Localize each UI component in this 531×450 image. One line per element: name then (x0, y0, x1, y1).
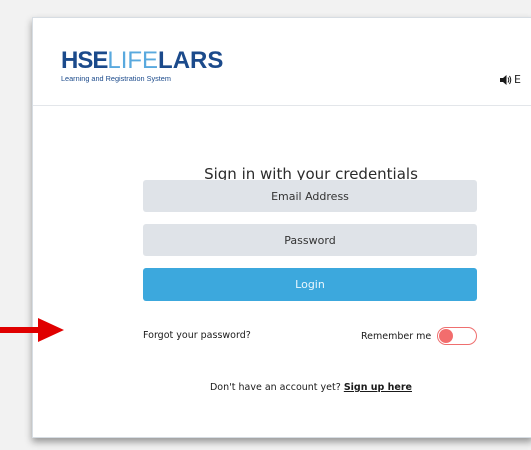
toggle-knob (439, 329, 454, 343)
logo-lars: LARS (158, 47, 224, 74)
sign-up-link[interactable]: Sign up here (344, 382, 412, 393)
forgot-password-link[interactable]: Forgot your password? (143, 330, 251, 341)
speaker-icon (500, 74, 512, 85)
password-field[interactable]: Password (143, 224, 477, 256)
signup-prompt: Don't have an account yet? Sign up here (143, 382, 479, 393)
email-field[interactable]: Email Address (143, 180, 477, 212)
remember-me-toggle[interactable] (437, 327, 478, 345)
hse-life-lars-logo[interactable]: HSELIFELARS Learning and Registration Sy… (61, 49, 223, 84)
logo-hse: HSE (61, 47, 108, 74)
remember-me-label: Remember me (361, 330, 432, 342)
language-selector[interactable]: E (500, 73, 521, 86)
page-header: HSELIFELARS Learning and Registration Sy… (33, 18, 531, 106)
language-label: E (514, 73, 521, 86)
red-arrow-annotation (0, 318, 64, 342)
logo-life: LIFE (107, 47, 159, 74)
signup-prompt-text: Don't have an account yet? (209, 382, 341, 393)
logo-wordmark: HSELIFELARS (61, 49, 223, 73)
login-card: HSELIFELARS Learning and Registration Sy… (32, 17, 531, 438)
login-button[interactable]: Login (143, 268, 477, 301)
remember-me: Remember me (361, 327, 478, 345)
logo-subtitle: Learning and Registration System (61, 74, 171, 83)
